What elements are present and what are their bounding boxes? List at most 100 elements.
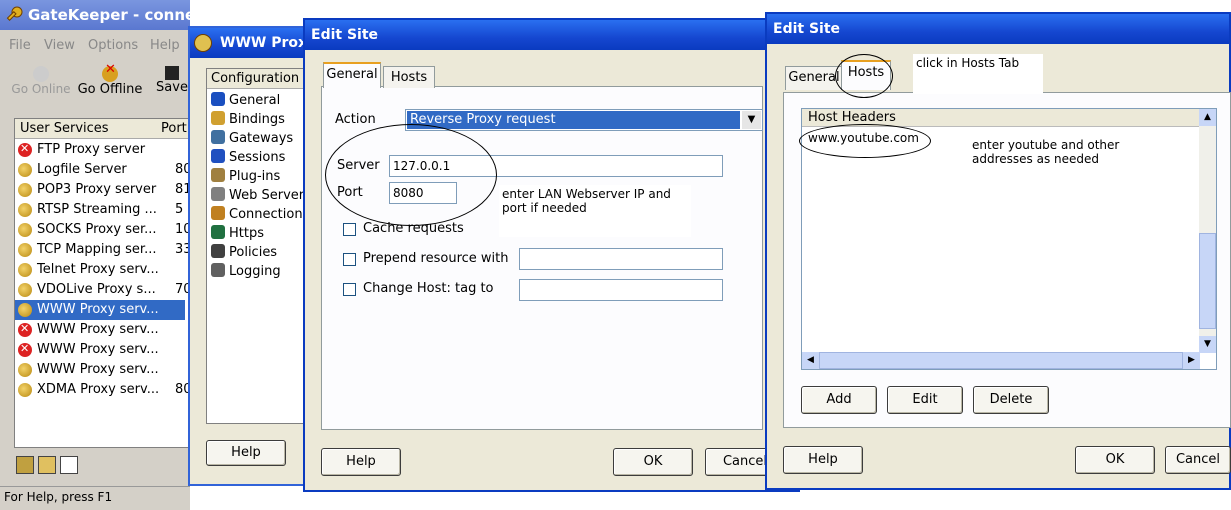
chevron-down-icon[interactable]: ▼ (742, 111, 761, 129)
service-name: RTSP Streaming ... (37, 202, 157, 217)
config-item-label: Connection (229, 207, 303, 222)
menu-options[interactable]: Options (88, 38, 138, 53)
horizontal-scroll-thumb[interactable] (819, 352, 1183, 369)
youtube-note: enter youtube and other addresses as nee… (969, 136, 1149, 170)
service-row[interactable]: XDMA Proxy serv... 80 (15, 380, 192, 400)
edit-site-hosts-window: Edit Site General Hosts click in Hosts T… (765, 12, 1231, 490)
service-row[interactable]: SOCKS Proxy ser... 10 (15, 220, 192, 240)
config-item[interactable]: Logging (211, 262, 281, 281)
status-bar: For Help, press F1 (0, 486, 190, 510)
service-icon (18, 283, 32, 297)
vertical-scroll-thumb[interactable] (1199, 233, 1216, 329)
config-item[interactable]: Sessions (211, 148, 285, 167)
service-icon (18, 243, 32, 257)
edit-site-hosts-help-button[interactable]: Help (783, 446, 863, 474)
services-col-name[interactable]: User Services (20, 119, 109, 139)
service-row[interactable]: WWW Proxy serv... (15, 300, 185, 320)
scroll-down-icon[interactable]: ▼ (1199, 336, 1216, 353)
service-row[interactable]: VDOLive Proxy s... 70 (15, 280, 192, 300)
service-name: WWW Proxy serv... (37, 302, 159, 317)
config-item[interactable]: Gateways (211, 129, 293, 148)
error-icon (18, 339, 32, 359)
menu-view[interactable]: View (44, 38, 75, 53)
add-host-button[interactable]: Add (801, 386, 877, 414)
change-host-label: Change Host: tag to (363, 281, 494, 296)
error-icon (18, 319, 32, 339)
config-item-icon (211, 225, 225, 239)
service-row[interactable]: WWW Proxy serv... (15, 339, 185, 360)
tab-hosts[interactable]: Hosts (383, 66, 435, 88)
prepend-resource-input[interactable] (519, 248, 723, 270)
config-item-label: Bindings (229, 112, 285, 127)
go-online-label: Go Online (11, 82, 71, 96)
edit-site-hosts-ok-button[interactable]: OK (1075, 446, 1155, 474)
scroll-right-icon[interactable]: ▶ (1183, 352, 1200, 369)
save-label: Save (156, 80, 188, 95)
edit-host-button[interactable]: Edit (887, 386, 963, 414)
action-selected-value: Reverse Proxy request (407, 111, 740, 129)
lan-webserver-note: enter LAN Webserver IP and port if neede… (499, 185, 691, 237)
config-item[interactable]: Https (211, 224, 264, 243)
hosts-tab-note-text: click in Hosts Tab (916, 56, 1020, 70)
tab-general[interactable]: General (323, 62, 381, 88)
service-icon (18, 163, 32, 177)
hosts-tab-note: click in Hosts Tab (913, 54, 1043, 94)
config-item-icon (211, 263, 225, 277)
service-row[interactable]: WWW Proxy serv... (15, 360, 185, 380)
delete-host-button[interactable]: Delete (973, 386, 1049, 414)
edit-site-hosts-titlebar: Edit Site (767, 14, 1229, 44)
go-offline-button[interactable]: ✕ Go Offline (76, 62, 144, 104)
services-col-port[interactable]: Port (161, 119, 187, 139)
change-host-input[interactable] (519, 279, 723, 301)
youtube-note-text: enter youtube and other addresses as nee… (972, 138, 1120, 166)
edit-site-general-titlebar: Edit Site (305, 20, 798, 50)
service-row[interactable]: WWW Proxy serv... (15, 319, 185, 340)
scroll-up-icon[interactable]: ▲ (1199, 109, 1216, 126)
config-item[interactable]: Connection (211, 205, 303, 224)
scroll-left-icon[interactable]: ◀ (802, 352, 819, 369)
service-name: TCP Mapping ser... (37, 242, 157, 257)
config-item[interactable]: Plug-ins (211, 167, 280, 186)
go-online-button[interactable]: Go Online (10, 66, 72, 104)
service-row[interactable]: Logfile Server 80 (15, 160, 192, 180)
change-host-checkbox[interactable] (343, 283, 356, 296)
vertical-scrollbar[interactable]: ▲ ▼ (1199, 109, 1216, 353)
service-row[interactable]: TCP Mapping ser... 33 (15, 240, 192, 260)
service-row[interactable]: RTSP Streaming ... 5 (15, 200, 185, 220)
config-item-label: Https (229, 226, 264, 241)
config-item[interactable]: General (211, 91, 280, 110)
horizontal-scrollbar[interactable]: ◀ ▶ (802, 352, 1200, 369)
prepend-resource-checkbox[interactable] (343, 253, 356, 266)
config-item[interactable]: Bindings (211, 110, 285, 129)
action-select[interactable]: Reverse Proxy request ▼ (405, 109, 763, 131)
service-name: VDOLive Proxy s... (37, 282, 156, 297)
save-button[interactable]: Save (154, 66, 190, 104)
config-item[interactable]: Web Server (211, 186, 304, 205)
www-proxy-help-button[interactable]: Help (206, 440, 286, 466)
tab-icon-users[interactable] (60, 456, 78, 474)
service-name: SOCKS Proxy ser... (37, 222, 157, 237)
tab-icon-services[interactable] (38, 456, 56, 474)
service-name: Telnet Proxy serv... (37, 262, 159, 277)
service-row[interactable]: Telnet Proxy serv... (15, 260, 185, 280)
service-icon (18, 303, 32, 317)
lan-webserver-note-text: enter LAN Webserver IP and port if neede… (502, 187, 671, 215)
go-online-icon (33, 66, 49, 82)
edit-site-hosts-cancel-button[interactable]: Cancel (1165, 446, 1231, 474)
cache-requests-checkbox[interactable] (343, 223, 356, 236)
prepend-resource-label: Prepend resource with (363, 251, 509, 266)
edit-site-general-ok-button[interactable]: OK (613, 448, 693, 476)
config-item-icon (211, 149, 225, 163)
service-row[interactable]: FTP Proxy server (15, 139, 185, 160)
cache-requests-label: Cache requests (363, 221, 464, 236)
hosts-tab-annotation-ellipse (835, 54, 893, 98)
tab-icon-system[interactable] (16, 456, 34, 474)
edit-site-general-help-button[interactable]: Help (321, 448, 401, 476)
config-item[interactable]: Policies (211, 243, 277, 262)
service-name: WWW Proxy serv... (37, 362, 159, 377)
menu-file[interactable]: File (9, 38, 31, 53)
menu-help[interactable]: Help (150, 38, 180, 53)
configuration-tree: Configuration General Bindings Gateways Ses… (206, 68, 308, 424)
service-row[interactable]: POP3 Proxy server 81 (15, 180, 192, 200)
config-item-label: Sessions (229, 150, 286, 165)
